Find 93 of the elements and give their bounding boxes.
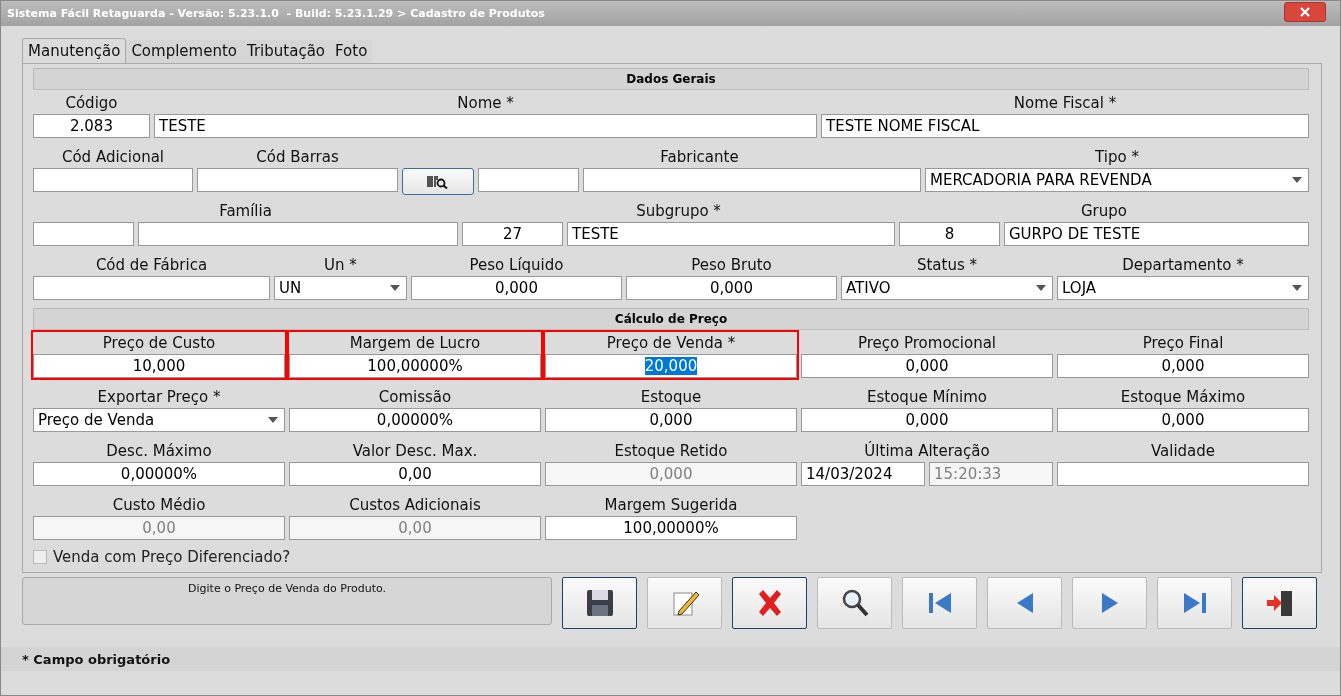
tab[interactable]: Tributação bbox=[242, 40, 330, 63]
toolbar-button[interactable] bbox=[817, 577, 892, 629]
dropdown-caret-icon bbox=[1292, 285, 1302, 291]
tab[interactable]: Manutenção bbox=[22, 38, 127, 63]
field-label: Custos Adicionais bbox=[349, 496, 481, 514]
field-label: Cód Barras bbox=[256, 148, 339, 166]
dropdown[interactable]: LOJA bbox=[1057, 276, 1309, 300]
field-label: Valor Desc. Max. bbox=[352, 442, 478, 460]
input-field[interactable]: 0,00 bbox=[289, 462, 541, 486]
input-field[interactable]: 0,000 bbox=[1057, 354, 1309, 378]
tab[interactable]: Complemento bbox=[126, 40, 242, 63]
field-label: Fabricante bbox=[660, 148, 739, 166]
field-label: Margem Sugerida bbox=[604, 496, 738, 514]
field-label: Nome Fiscal * bbox=[1013, 94, 1117, 112]
tab[interactable]: Foto bbox=[330, 40, 373, 63]
window-title: Sistema Fácil Retaguarda - Versão: 5.23.1.0 - Build: 5.23.1.29 > Cadastro de Produtos bbox=[7, 7, 545, 20]
status-message: Digite o Preço de Venda do Produto. bbox=[188, 582, 386, 597]
field-label: Preço Final bbox=[1142, 334, 1224, 352]
field-label: Un * bbox=[324, 256, 357, 274]
input-field[interactable]: 10,000 bbox=[33, 354, 285, 378]
input-field[interactable]: 27 bbox=[462, 222, 563, 246]
input-field[interactable] bbox=[197, 168, 398, 192]
field-label: Última Alteração bbox=[864, 442, 990, 460]
input-field[interactable]: 0,000 bbox=[801, 408, 1053, 432]
input-field[interactable]: 0,000 bbox=[1057, 408, 1309, 432]
input-field[interactable] bbox=[583, 168, 921, 192]
input-field[interactable]: 0,000 bbox=[801, 354, 1053, 378]
input-field[interactable]: 8 bbox=[899, 222, 1000, 246]
field-label: Preço Promocional bbox=[857, 334, 997, 352]
dropdown-caret-icon bbox=[1036, 285, 1046, 291]
field-label: Margem de Lucro bbox=[349, 334, 481, 352]
input-field[interactable]: 20,000 bbox=[545, 354, 797, 378]
input-field[interactable] bbox=[478, 168, 579, 192]
section-header: Cálculo de Preço bbox=[33, 308, 1309, 330]
section-header: Dados Gerais bbox=[33, 68, 1309, 90]
field-label: Peso Bruto bbox=[691, 256, 772, 274]
checkbox-label: Venda com Preço Diferenciado? bbox=[53, 548, 291, 566]
field-label: Cód Adicional bbox=[61, 148, 165, 166]
field-label: Exportar Preço * bbox=[97, 388, 221, 406]
field-label: Preço de Custo bbox=[102, 334, 216, 352]
footer-note: * Campo obrigatório bbox=[22, 651, 171, 667]
field-label: Cód de Fábrica bbox=[95, 256, 208, 274]
input-field[interactable]: 0,00000% bbox=[33, 462, 285, 486]
close-button[interactable] bbox=[1284, 1, 1326, 22]
input-field[interactable]: 2.083 bbox=[33, 114, 150, 138]
field-label: Estoque Mínimo bbox=[867, 388, 987, 406]
toolbar-button[interactable] bbox=[732, 577, 807, 629]
input-field[interactable]: TESTE bbox=[154, 114, 817, 138]
close-icon bbox=[1299, 6, 1311, 17]
dropdown[interactable]: UN bbox=[274, 276, 407, 300]
dropdown-caret-icon bbox=[390, 285, 400, 291]
toolbar-button[interactable] bbox=[562, 577, 637, 629]
field-label: Custo Médio bbox=[112, 496, 206, 514]
field-label: Estoque Máximo bbox=[1120, 388, 1246, 406]
input-field[interactable]: 0,000 bbox=[626, 276, 837, 300]
barcode-search-icon bbox=[427, 174, 449, 189]
field-label: Código bbox=[65, 94, 118, 112]
field-label: Status * bbox=[916, 256, 978, 274]
field-label: Departamento * bbox=[1122, 256, 1244, 274]
barcode-search-button[interactable] bbox=[402, 168, 474, 195]
input-field[interactable]: 14/03/2024 bbox=[801, 462, 925, 486]
field-label: Nome * bbox=[457, 94, 514, 112]
input-field[interactable]: 100,00000% bbox=[289, 354, 541, 378]
field-label: Grupo bbox=[1081, 202, 1127, 220]
input-field[interactable] bbox=[33, 168, 193, 192]
input-field[interactable]: TESTE NOME FISCAL bbox=[821, 114, 1309, 138]
field-label: Desc. Máximo bbox=[106, 442, 212, 460]
toolbar-button[interactable] bbox=[1242, 577, 1317, 629]
field-label: Família bbox=[219, 202, 272, 220]
input-field[interactable]: 100,00000% bbox=[545, 516, 797, 540]
field-label: Estoque bbox=[640, 388, 702, 406]
input-field[interactable]: 0,000 bbox=[545, 408, 797, 432]
input-field[interactable] bbox=[138, 222, 458, 246]
dropdown-caret-icon bbox=[268, 417, 278, 423]
field-label: Validade bbox=[1150, 442, 1216, 460]
field-label: Estoque Retido bbox=[614, 442, 728, 460]
field-label: Tipo * bbox=[1095, 148, 1139, 166]
dropdown-caret-icon bbox=[1292, 177, 1302, 183]
input-field[interactable] bbox=[33, 276, 270, 300]
input-field[interactable]: 0,00000% bbox=[289, 408, 541, 432]
field-label: Peso Líquido bbox=[469, 256, 564, 274]
input-field[interactable]: 0,000 bbox=[411, 276, 622, 300]
dropdown[interactable]: MERCADORIA PARA REVENDA bbox=[925, 168, 1309, 192]
field-label: Comissão bbox=[378, 388, 452, 406]
dropdown[interactable]: Preço de Venda bbox=[33, 408, 285, 432]
input-field[interactable]: GURPO DE TESTE bbox=[1004, 222, 1309, 246]
field-label: Preço de Venda * bbox=[606, 334, 736, 352]
checkbox[interactable] bbox=[33, 550, 47, 564]
dropdown[interactable]: ATIVO bbox=[841, 276, 1053, 300]
input-field[interactable] bbox=[33, 222, 134, 246]
field-label: Subgrupo * bbox=[636, 202, 721, 220]
input-field[interactable]: TESTE bbox=[567, 222, 895, 246]
input-field[interactable] bbox=[1057, 462, 1309, 486]
